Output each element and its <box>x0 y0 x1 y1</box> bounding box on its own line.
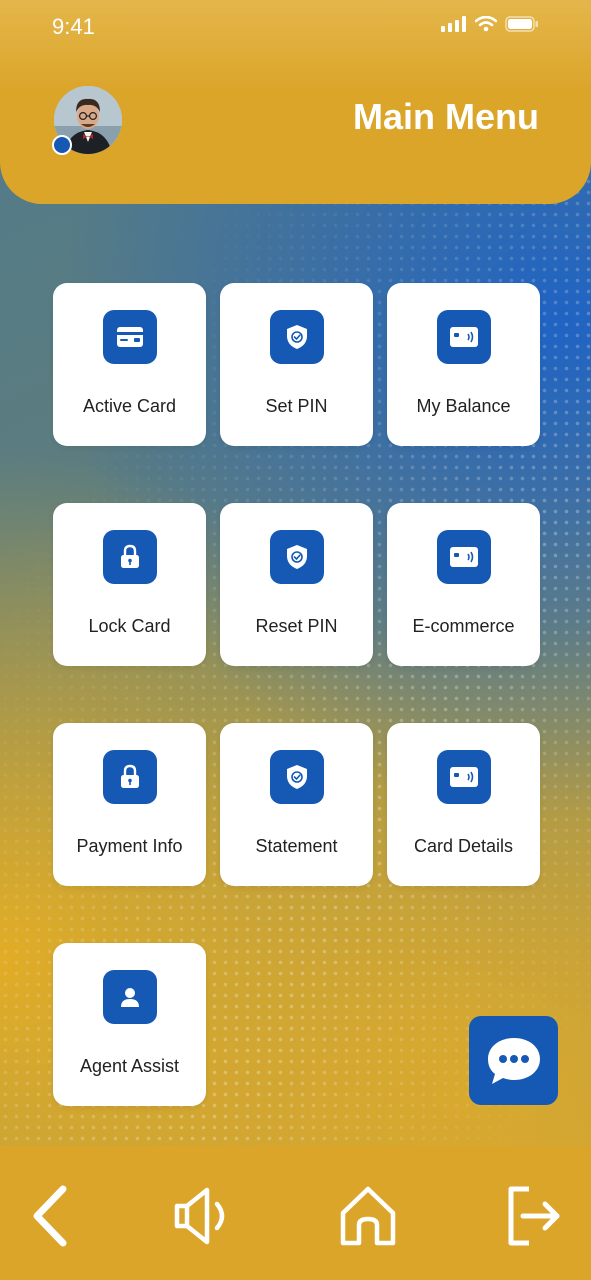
credit-card-icon <box>116 327 143 347</box>
tile-icon-box <box>269 750 324 804</box>
tile-icon-box <box>102 970 157 1024</box>
tile-label: Agent Assist <box>79 1056 180 1076</box>
tile-label: Payment Info <box>76 836 183 856</box>
contactless-card-icon <box>449 327 478 347</box>
tile-label: Reset PIN <box>255 616 338 636</box>
speaker-icon <box>174 1187 225 1245</box>
back-icon <box>33 1185 67 1247</box>
shield-check-icon <box>286 545 307 569</box>
lock-icon <box>120 764 139 788</box>
tile-label: Card Details <box>413 836 514 856</box>
status-time: 9:41 <box>52 14 95 39</box>
menu-tile-payment-info[interactable]: Payment Info <box>53 723 206 886</box>
speaker-button[interactable] <box>168 1180 240 1252</box>
tile-icon-box <box>436 750 491 804</box>
screen: 9:41 Main Menu Active Card Set PIN My Ba… <box>0 0 591 1280</box>
user-icon <box>120 988 139 1007</box>
menu-tile-set-pin[interactable]: Set PIN <box>220 283 373 446</box>
tile-label: My Balance <box>416 396 511 416</box>
menu-tile-reset-pin[interactable]: Reset PIN <box>220 503 373 666</box>
menu-tile-agent-assist[interactable]: Agent Assist <box>53 943 206 1106</box>
tile-label: Statement <box>255 836 338 856</box>
lock-icon <box>120 544 139 568</box>
tile-label: Active Card <box>82 396 177 416</box>
tile-icon-box <box>102 530 157 584</box>
shield-check-icon <box>286 325 307 349</box>
home-icon <box>340 1186 396 1246</box>
tile-icon-box <box>102 310 157 364</box>
signal-icon <box>441 16 466 32</box>
shield-check-icon <box>286 765 307 789</box>
home-button[interactable] <box>332 1180 404 1252</box>
chat-button[interactable] <box>469 1016 558 1105</box>
page-title: Main Menu <box>353 96 539 137</box>
tile-icon-box <box>436 530 491 584</box>
tile-icon-box <box>436 310 491 364</box>
tile-icon-box <box>269 310 324 364</box>
status-icons <box>441 16 539 32</box>
online-status-dot <box>52 135 72 155</box>
menu-tile-my-balance[interactable]: My Balance <box>387 283 540 446</box>
chat-bubble-icon <box>487 1037 540 1084</box>
logout-button[interactable] <box>496 1180 568 1252</box>
menu-tile-lock-card[interactable]: Lock Card <box>53 503 206 666</box>
header-bar: 9:41 Main Menu <box>0 0 591 204</box>
tile-label: Lock Card <box>88 616 171 636</box>
wifi-icon <box>475 16 497 32</box>
menu-tile-statement[interactable]: Statement <box>220 723 373 886</box>
contactless-card-icon <box>449 547 478 567</box>
back-button[interactable] <box>16 1180 88 1252</box>
tile-label: E-commerce <box>412 616 515 636</box>
battery-icon <box>505 16 538 32</box>
tile-label: Set PIN <box>265 396 328 416</box>
menu-tile-active-card[interactable]: Active Card <box>53 283 206 446</box>
logout-icon <box>508 1186 560 1246</box>
tile-icon-box <box>269 530 324 584</box>
menu-tile-card-details[interactable]: Card Details <box>387 723 540 886</box>
menu-tile-e-commerce[interactable]: E-commerce <box>387 503 540 666</box>
contactless-card-icon <box>449 767 478 787</box>
tile-icon-box <box>102 750 157 804</box>
